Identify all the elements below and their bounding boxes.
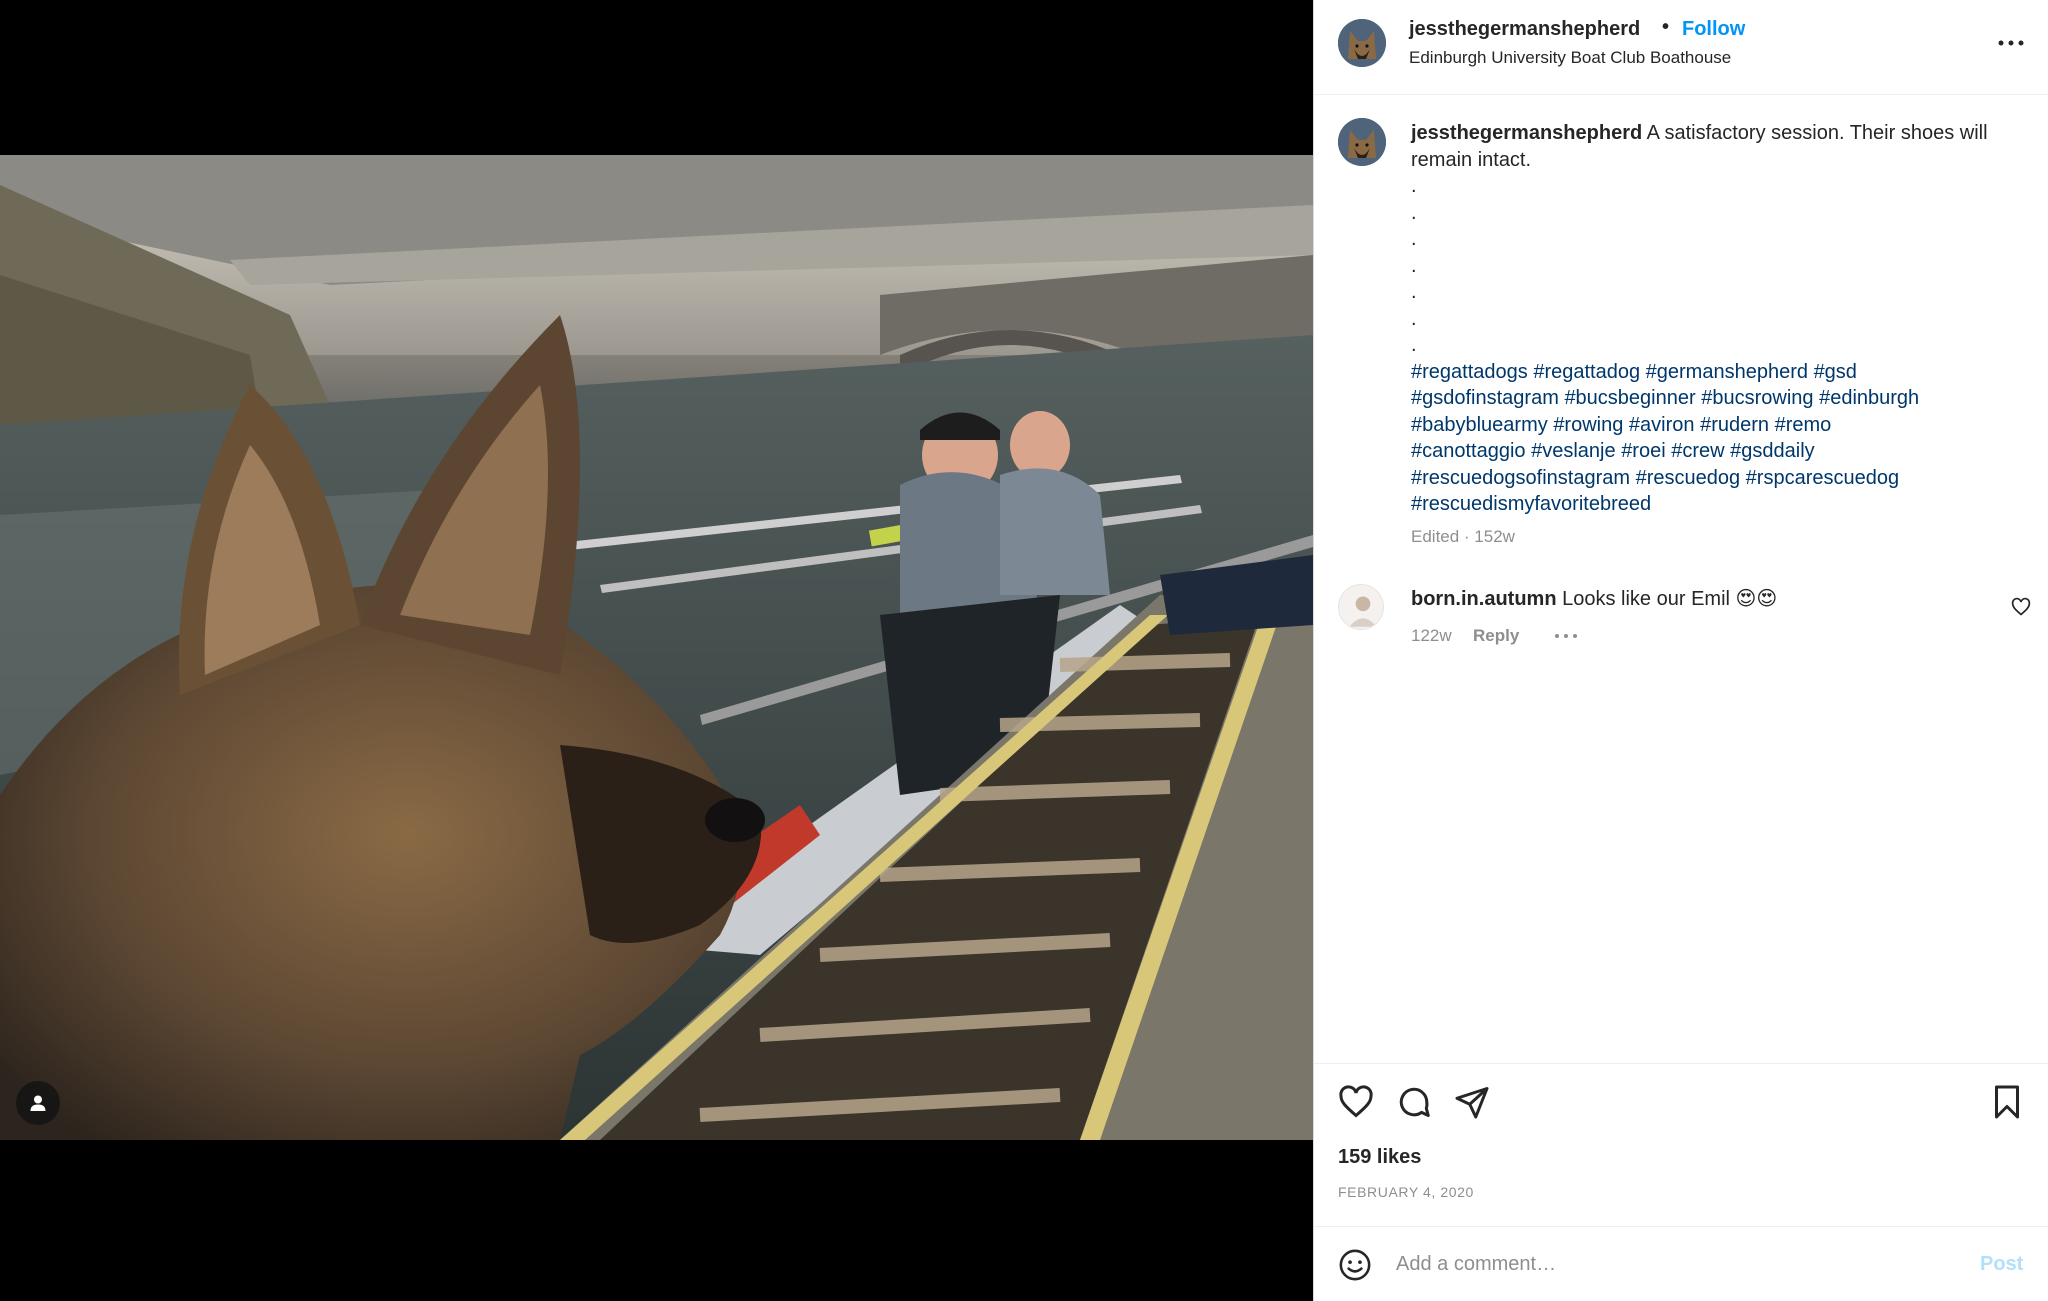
hashtag-link[interactable]: #remo <box>1775 414 1832 436</box>
hashtag-link[interactable]: #regattadogs <box>1411 361 1528 383</box>
edited-timestamp[interactable]: Edited · 152w <box>1411 527 1515 547</box>
smiley-icon <box>1339 1249 1371 1281</box>
author-username[interactable]: jessthegermanshepherd <box>1409 18 1640 41</box>
like-button[interactable] <box>1338 1084 1374 1120</box>
emoji-button[interactable] <box>1338 1248 1372 1282</box>
comment-text: Looks like our Emil 😍😍 <box>1562 588 1778 610</box>
heart-icon <box>2011 597 2031 616</box>
caption-username[interactable]: jessthegermanshepherd <box>1411 122 1642 144</box>
post-sidebar: jessthegermanshepherd • Follow Edinburgh… <box>1313 0 2048 1301</box>
more-horizontal-icon <box>1998 40 2024 46</box>
caption-avatar[interactable] <box>1338 118 1386 166</box>
dog-avatar-icon <box>1338 118 1386 166</box>
commenter-avatar[interactable] <box>1338 584 1384 630</box>
comment-input[interactable] <box>1396 1245 1916 1283</box>
hashtag-link[interactable]: #canottaggio <box>1411 440 1526 462</box>
caption: jessthegermanshepherd A satisfactory ses… <box>1411 120 2021 518</box>
caption-dot: . <box>1411 307 1417 330</box>
reply-button[interactable]: Reply <box>1473 626 1519 646</box>
comment-like-button[interactable] <box>2011 597 2031 617</box>
add-comment-bar: Post <box>1314 1226 2048 1301</box>
bookmark-icon <box>1995 1085 2019 1119</box>
save-button[interactable] <box>1989 1084 2025 1120</box>
comment-button[interactable] <box>1396 1084 1432 1120</box>
comment-age[interactable]: 122w <box>1411 626 1452 646</box>
photo-illustration <box>0 155 1313 1140</box>
comment-icon <box>1399 1087 1430 1117</box>
hashtag-link[interactable]: #veslanje <box>1531 440 1616 462</box>
comment-options-button[interactable] <box>1551 626 1581 646</box>
caption-dot: . <box>1411 201 1417 224</box>
hashtag-link[interactable]: #bucsbeginner <box>1564 387 1695 409</box>
caption-dot: . <box>1411 175 1417 197</box>
comment-username[interactable]: born.in.autumn <box>1411 588 1557 610</box>
separator-dot: • <box>1662 16 1670 38</box>
hashtag-link[interactable]: #gsdofinstagram <box>1411 387 1559 409</box>
heart-icon <box>1339 1085 1373 1118</box>
post-comment-button[interactable]: Post <box>1980 1253 2023 1276</box>
user-icon <box>30 1095 46 1111</box>
actions-divider <box>1314 1063 2048 1065</box>
person-avatar-icon <box>1339 585 1383 629</box>
comment: born.in.autumn Looks like our Emil 😍😍 <box>1411 586 1777 611</box>
hashtag-link[interactable]: #rescuedog <box>1636 467 1741 489</box>
share-icon <box>1455 1087 1489 1119</box>
caption-dot: . <box>1411 334 1417 356</box>
tagged-users-button[interactable] <box>16 1081 60 1125</box>
hashtag-link[interactable]: #gsd <box>1814 361 1857 383</box>
dog-avatar-icon <box>1338 19 1386 67</box>
media-pane <box>0 0 1313 1301</box>
hashtag-link[interactable]: #germanshepherd <box>1646 361 1808 383</box>
caption-hashtags: #regattadogs #regattadog #germanshepherd… <box>1411 359 2021 518</box>
likes-count[interactable]: 159 likes <box>1338 1146 1421 1169</box>
author-avatar[interactable] <box>1338 19 1386 67</box>
hashtag-link[interactable]: #crew <box>1671 440 1724 462</box>
more-horizontal-icon <box>1555 634 1577 638</box>
post-date[interactable]: February 4, 2020 <box>1338 1184 1474 1200</box>
caption-text-line: jessthegermanshepherd A satisfactory ses… <box>1411 120 2021 173</box>
hashtag-link[interactable]: #rescuedogsofinstagram <box>1411 467 1630 489</box>
hashtag-link[interactable]: #aviron <box>1629 414 1695 436</box>
caption-dot: . <box>1411 281 1417 303</box>
hashtag-link[interactable]: #gsddaily <box>1730 440 1815 462</box>
caption-dots: . . . . . . . <box>1411 173 2021 359</box>
post-header: jessthegermanshepherd • Follow Edinburgh… <box>1314 0 2048 95</box>
caption-dot: . <box>1411 254 1417 277</box>
hashtag-link[interactable]: #rowing <box>1553 414 1623 436</box>
hashtag-link[interactable]: #regattadog <box>1533 361 1640 383</box>
share-button[interactable] <box>1454 1084 1490 1120</box>
more-options-button[interactable] <box>1994 28 2028 58</box>
hashtag-link[interactable]: #bucsrowing <box>1701 387 1813 409</box>
post-location[interactable]: Edinburgh University Boat Club Boathouse <box>1409 48 1731 68</box>
hashtag-link[interactable]: #edinburgh <box>1819 387 1919 409</box>
hashtag-link[interactable]: #rescuedismyfavoritebreed <box>1411 493 1651 515</box>
hashtag-link[interactable]: #babybluearmy <box>1411 414 1548 436</box>
hashtag-link[interactable]: #rspcarescuedog <box>1746 467 1899 489</box>
post-photo[interactable] <box>0 155 1313 1140</box>
caption-dot: . <box>1411 228 1417 250</box>
hashtag-link[interactable]: #roei <box>1621 440 1665 462</box>
hashtag-link[interactable]: #rudern <box>1700 414 1769 436</box>
follow-button[interactable]: Follow <box>1682 18 1745 41</box>
